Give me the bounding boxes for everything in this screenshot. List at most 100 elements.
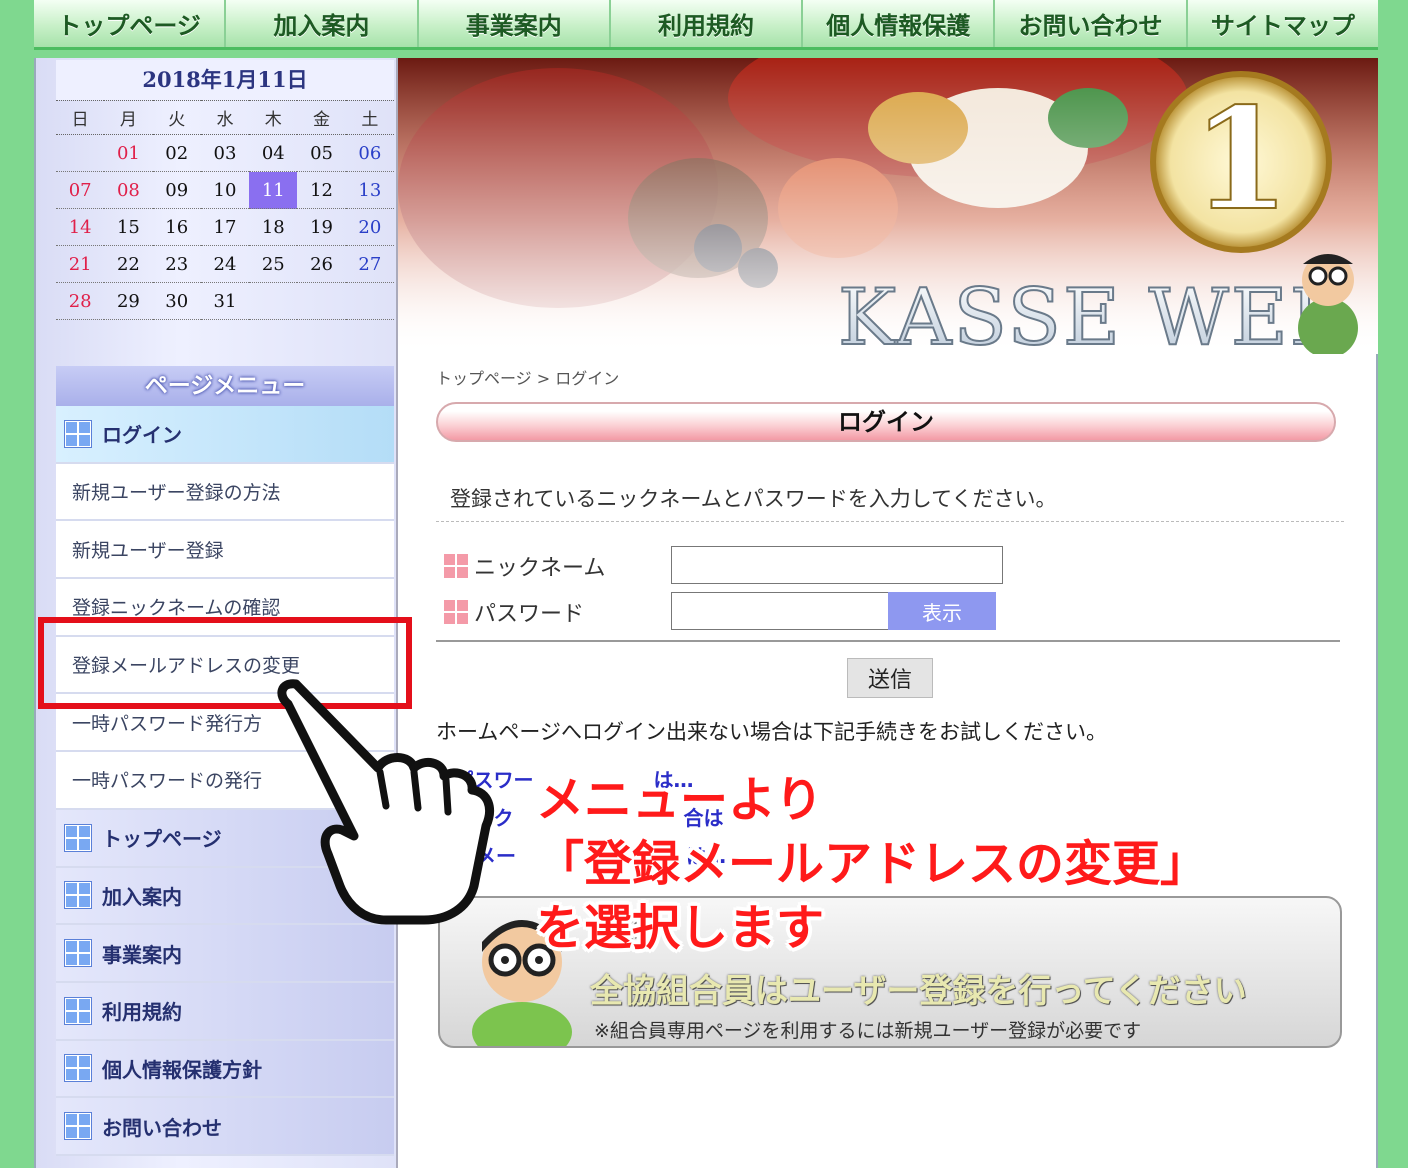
page-frame: 2018年1月11日 日月火水木金土 01 02 03 04 05 06 07 08 09 10 1… — [34, 58, 1378, 1168]
nickname-label: ニックネーム — [444, 550, 605, 582]
calendar-day[interactable]: 14 — [56, 208, 105, 246]
nickname-label-text: ニックネーム — [474, 556, 606, 581]
menu-item[interactable]: 新規ユーザー登録 — [56, 521, 394, 580]
calendar-day[interactable]: 12 — [297, 171, 346, 209]
nav-top[interactable]: トップページ — [34, 0, 227, 47]
menu-square-icon — [64, 823, 92, 852]
menu-item[interactable]: 個人情報保護方針 — [56, 1040, 394, 1099]
help-text: ホームページへログイン出来ない場合は下記手続きをお試しください。 — [436, 720, 1107, 744]
weekday-header: 水 — [200, 100, 250, 135]
calendar-title: 2018年1月11日 — [56, 60, 394, 100]
calendar-day[interactable]: 25 — [249, 245, 298, 283]
callout-line-1: メニューより — [536, 772, 824, 828]
calendar-day[interactable]: 06 — [345, 134, 394, 172]
calendar-day[interactable]: 03 — [200, 134, 250, 172]
pointing-hand-icon — [277, 679, 494, 925]
banner-badge: 1 — [1192, 78, 1289, 242]
calendar-day[interactable]: 24 — [200, 245, 250, 283]
calendar-day[interactable]: 07 — [56, 171, 105, 209]
calendar-empty — [345, 282, 394, 320]
register-banner-title: 全協組合員はユーザー登録を行ってください — [590, 971, 1247, 1010]
register-banner-note: ※組合員専用ページを利用するには新規ユーザー登録が必要です — [594, 1020, 1142, 1042]
menu-item-label: トップページ — [102, 827, 222, 852]
menu-square-icon — [64, 419, 92, 448]
calendar-grid: 日月火水木金土 01 02 03 04 05 06 07 08 09 10 11 12 13 14 15 16… — [56, 100, 394, 320]
menu-square-icon — [64, 881, 92, 910]
menu-item-label: 加入案内 — [102, 884, 182, 909]
calendar-day[interactable]: 20 — [345, 208, 394, 246]
form-divider — [436, 640, 1340, 642]
calendar-day[interactable]: 05 — [297, 134, 346, 172]
menu-square-icon — [64, 939, 92, 968]
pink-square-icon — [444, 600, 468, 624]
calendar-day[interactable]: 16 — [152, 208, 201, 246]
breadcrumb[interactable]: トップページ > ログイン — [436, 364, 1344, 402]
calendar-empty — [249, 282, 298, 320]
calendar-empty — [297, 282, 346, 320]
calendar-day[interactable]: 10 — [200, 171, 250, 209]
password-row: パスワード 表示 — [436, 588, 1344, 634]
menu-item[interactable]: ログイン — [56, 406, 394, 464]
sidebar: 2018年1月11日 日月火水木金土 01 02 03 04 05 06 07 08 09 10 1… — [36, 58, 398, 1168]
weekday-header: 金 — [297, 100, 346, 135]
menu-square-icon — [64, 996, 92, 1025]
nav-sitemap[interactable]: サイトマップ — [1188, 0, 1378, 47]
menu-item-label: 個人情報保護方針 — [102, 1057, 262, 1082]
calendar-day[interactable]: 29 — [104, 282, 153, 320]
calendar-day[interactable]: 30 — [152, 282, 201, 320]
weekday-header: 木 — [249, 100, 298, 135]
calendar-day[interactable]: 11 — [249, 171, 298, 209]
nav-contact[interactable]: お問い合わせ — [995, 0, 1188, 47]
calendar-day[interactable]: 21 — [56, 245, 105, 283]
password-input[interactable] — [671, 592, 889, 630]
calendar-day[interactable]: 15 — [104, 208, 153, 246]
pink-square-icon — [444, 554, 468, 578]
calendar-day[interactable]: 26 — [297, 245, 346, 283]
calendar-day[interactable]: 13 — [345, 171, 394, 209]
calendar-day[interactable]: 09 — [152, 171, 201, 209]
nav-join[interactable]: 加入案内 — [226, 0, 419, 47]
menu-item-label: 一時パスワード発行方 — [72, 712, 263, 735]
calendar-day[interactable]: 28 — [56, 282, 105, 320]
menu-item-label: 新規ユーザー登録の方法 — [72, 482, 281, 505]
nav-privacy[interactable]: 個人情報保護 — [803, 0, 996, 47]
menu-item[interactable]: 利用規約 — [56, 982, 394, 1041]
login-instruction: 登録されているニックネームとパスワードを入力してください。 — [436, 476, 1344, 522]
calendar-day[interactable]: 31 — [200, 282, 250, 320]
nav-terms[interactable]: 利用規約 — [611, 0, 804, 47]
menu-item-label: ログイン — [102, 423, 182, 448]
calendar-day[interactable]: 22 — [104, 245, 153, 283]
menu-item[interactable]: 新規ユーザー登録の方法 — [56, 463, 394, 522]
calendar-day[interactable]: 18 — [249, 208, 298, 246]
menu-item[interactable]: お問い合わせ — [56, 1098, 394, 1156]
calendar-day[interactable]: 08 — [104, 171, 153, 209]
calendar-day[interactable]: 02 — [152, 134, 201, 172]
calendar-day[interactable]: 01 — [104, 134, 153, 172]
calendar-day[interactable]: 23 — [152, 245, 201, 283]
weekday-header: 日 — [56, 100, 105, 135]
nickname-row: ニックネーム — [436, 542, 1344, 588]
password-label: パスワード — [444, 596, 584, 628]
calendar-day[interactable]: 17 — [200, 208, 250, 246]
calendar-day[interactable]: 04 — [249, 134, 298, 172]
show-password-button[interactable]: 表示 — [888, 592, 996, 630]
header-banner: 1 KASSE WEB — [398, 58, 1378, 354]
calendar-empty — [56, 134, 105, 172]
nickname-input[interactable] — [671, 546, 1003, 584]
menu-item-label: 新規ユーザー登録 — [72, 539, 224, 562]
calendar: 2018年1月11日 日月火水木金土 01 02 03 04 05 06 07 08 09 10 1… — [56, 60, 394, 320]
calendar-day[interactable]: 19 — [297, 208, 346, 246]
callout-line-3: を選択します — [536, 900, 825, 956]
page-title: ログイン — [436, 402, 1336, 442]
instruction-callout: メニューより 「登録メールアドレスの変更」 を選択します — [536, 768, 1208, 960]
page-menu-heading: ページメニュー — [56, 366, 394, 406]
top-nav: トップページ 加入案内 事業案内 利用規約 個人情報保護 お問い合わせ サイトマ… — [34, 0, 1378, 50]
weekday-header: 火 — [152, 100, 201, 135]
submit-button[interactable]: 送信 — [847, 658, 933, 698]
banner-image: 1 KASSE WEB — [398, 58, 1378, 354]
site-logo: KASSE WEB — [838, 273, 1349, 354]
nav-business[interactable]: 事業案内 — [419, 0, 611, 47]
calendar-day[interactable]: 27 — [345, 245, 394, 283]
weekday-header: 月 — [104, 100, 153, 135]
menu-item-label: 事業案内 — [102, 942, 182, 967]
